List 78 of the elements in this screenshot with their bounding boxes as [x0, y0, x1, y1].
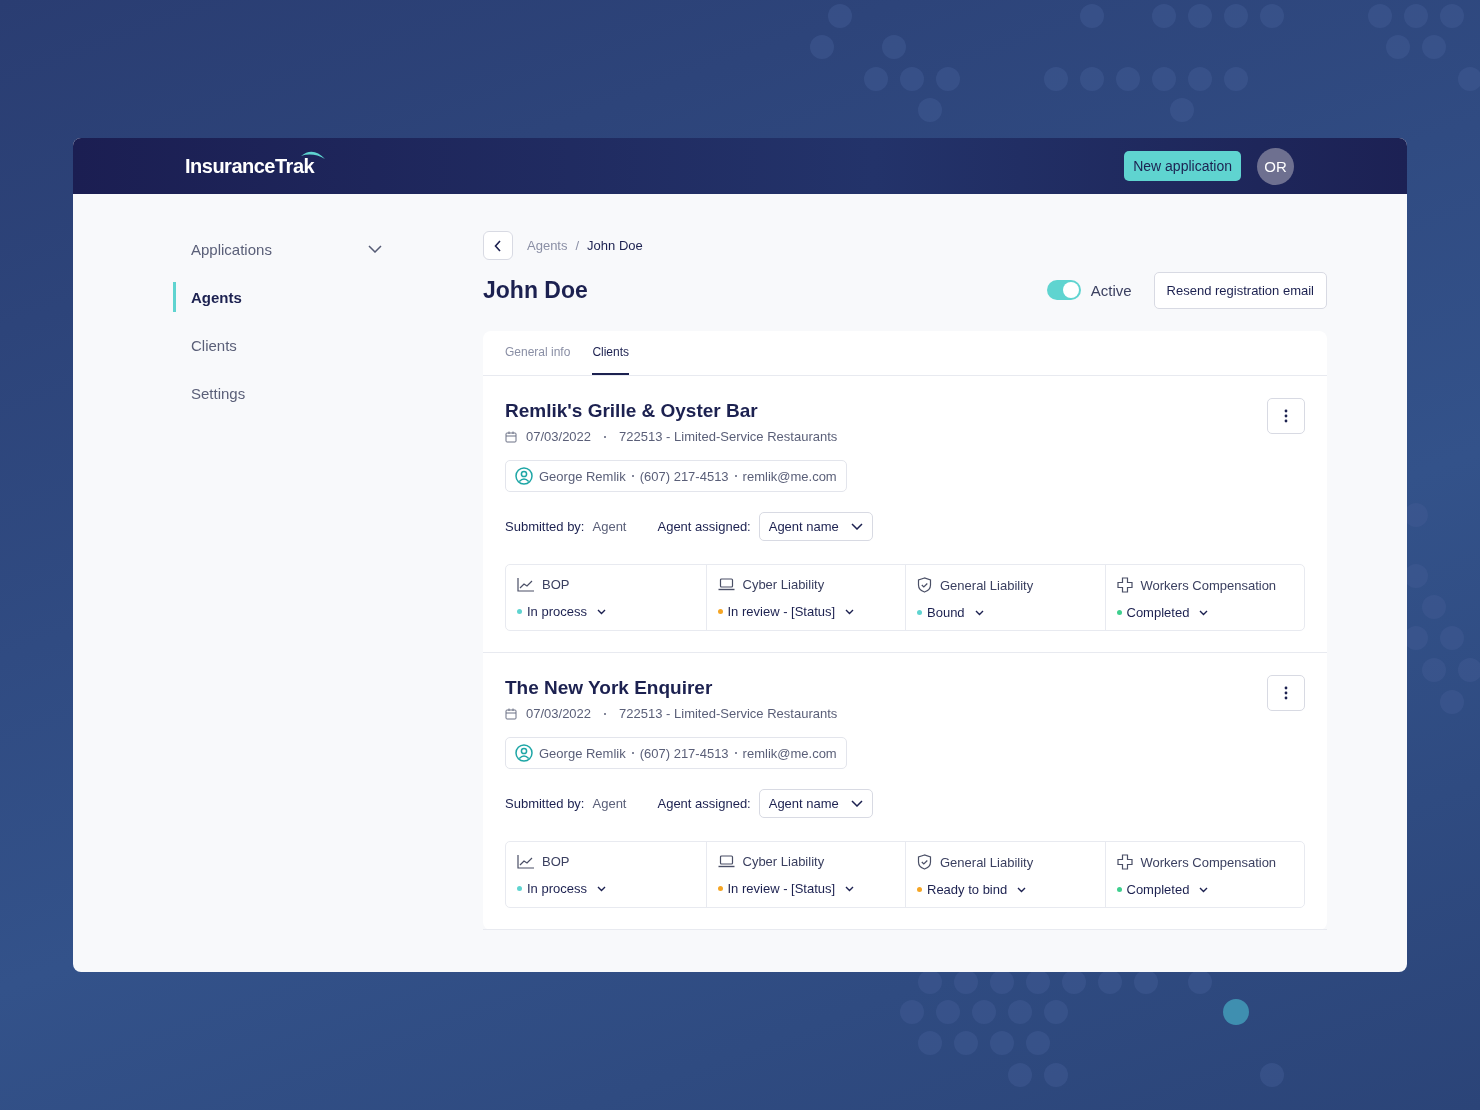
sidebar-item[interactable]: Agents [173, 282, 382, 312]
user-icon [515, 467, 533, 485]
chevron-left-icon [494, 239, 502, 252]
status-dropdown[interactable]: Bound [917, 605, 984, 620]
more-options-button[interactable] [1267, 398, 1305, 434]
sidebar-item[interactable]: Settings [173, 378, 382, 408]
more-options-button[interactable] [1267, 675, 1305, 711]
submitted-label: Submitted by: [505, 796, 585, 811]
more-icon [1284, 686, 1288, 700]
laptop-icon [717, 855, 735, 868]
client-industry: 722513 - Limited-Service Restaurants [619, 429, 838, 444]
policy-name: BOP [542, 854, 570, 869]
toggle-label: Active [1090, 281, 1132, 299]
user-avatar[interactable]: OR [1257, 147, 1294, 185]
submitted-value: Agent [592, 519, 627, 534]
contact-detail: George Remlik [539, 745, 626, 761]
assigned-label: Agent assigned: [657, 519, 751, 534]
contact-detail: (607) 217-4513 [639, 745, 729, 761]
logo[interactable]: InsuranceTrak [185, 154, 327, 178]
line-chart-icon [517, 854, 534, 869]
policy-name: Cyber Liability [742, 854, 825, 869]
back-button[interactable] [483, 231, 513, 260]
policy-name: BOP [542, 577, 570, 592]
chevron-down-icon [1199, 609, 1209, 616]
chevron-down-icon [850, 800, 863, 807]
laptop-icon [717, 578, 735, 591]
status-dropdown[interactable]: Completed [1116, 605, 1209, 620]
chevron-down-icon [597, 885, 606, 892]
status-dropdown[interactable]: In process [517, 604, 606, 619]
policy-name: Cyber Liability [742, 577, 825, 592]
agent-dropdown[interactable]: Agent name [758, 512, 873, 541]
status-dropdown[interactable]: In review - [Status] [717, 881, 855, 896]
chevron-down-icon [597, 608, 606, 615]
chevron-down-icon [368, 245, 382, 253]
policy-name: Workers Compensation [1140, 854, 1277, 870]
status-toggle[interactable] [1046, 280, 1081, 300]
status-dropdown[interactable]: In review - [Status] [717, 604, 855, 619]
policy-name: General Liability [940, 577, 1034, 593]
contact-detail: George Remlik [539, 468, 626, 484]
submitted-label: Submitted by: [505, 519, 585, 534]
line-chart-icon [517, 577, 534, 592]
page-title: John Doe [483, 276, 588, 304]
assigned-label: Agent assigned: [657, 796, 751, 811]
chevron-down-icon [1017, 886, 1027, 893]
client-name: The New York Enquirer [505, 677, 714, 699]
resend-email-button[interactable]: Resend registration email [1153, 271, 1327, 309]
chevron-down-icon [974, 609, 984, 616]
contact-detail: remlik@me.com [742, 468, 837, 484]
calendar-icon [505, 707, 517, 720]
sidebar-item[interactable]: Applications [173, 234, 382, 264]
status-dropdown[interactable]: Completed [1116, 882, 1209, 897]
tab[interactable]: Clients [592, 331, 630, 375]
calendar-icon [505, 430, 517, 443]
status-dropdown[interactable]: In process [517, 881, 606, 896]
status-dropdown[interactable]: Ready to bind [917, 882, 1027, 897]
submitted-value: Agent [592, 796, 627, 811]
client-date: 07/03/2022 [526, 429, 592, 444]
contact-detail: remlik@me.com [742, 745, 837, 761]
user-icon [515, 744, 533, 762]
client-name: Remlik's Grille & Oyster Bar [505, 400, 759, 422]
cross-icon [1116, 577, 1133, 593]
chevron-down-icon [850, 523, 863, 530]
sidebar-item[interactable]: Clients [173, 330, 382, 360]
client-date: 07/03/2022 [526, 706, 592, 721]
shield-icon [917, 577, 932, 593]
policy-name: Workers Compensation [1140, 577, 1277, 593]
chevron-down-icon [1199, 886, 1209, 893]
client-industry: 722513 - Limited-Service Restaurants [619, 706, 838, 721]
policy-name: General Liability [940, 854, 1034, 870]
breadcrumb-separator: / [575, 238, 580, 253]
contact-detail: (607) 217-4513 [639, 468, 729, 484]
shield-icon [917, 854, 932, 870]
chevron-down-icon [845, 885, 855, 892]
cross-icon [1116, 854, 1133, 870]
new-application-button[interactable]: New application [1124, 151, 1241, 181]
chevron-down-icon [845, 608, 855, 615]
more-icon [1284, 409, 1288, 423]
agent-dropdown[interactable]: Agent name [758, 789, 873, 818]
